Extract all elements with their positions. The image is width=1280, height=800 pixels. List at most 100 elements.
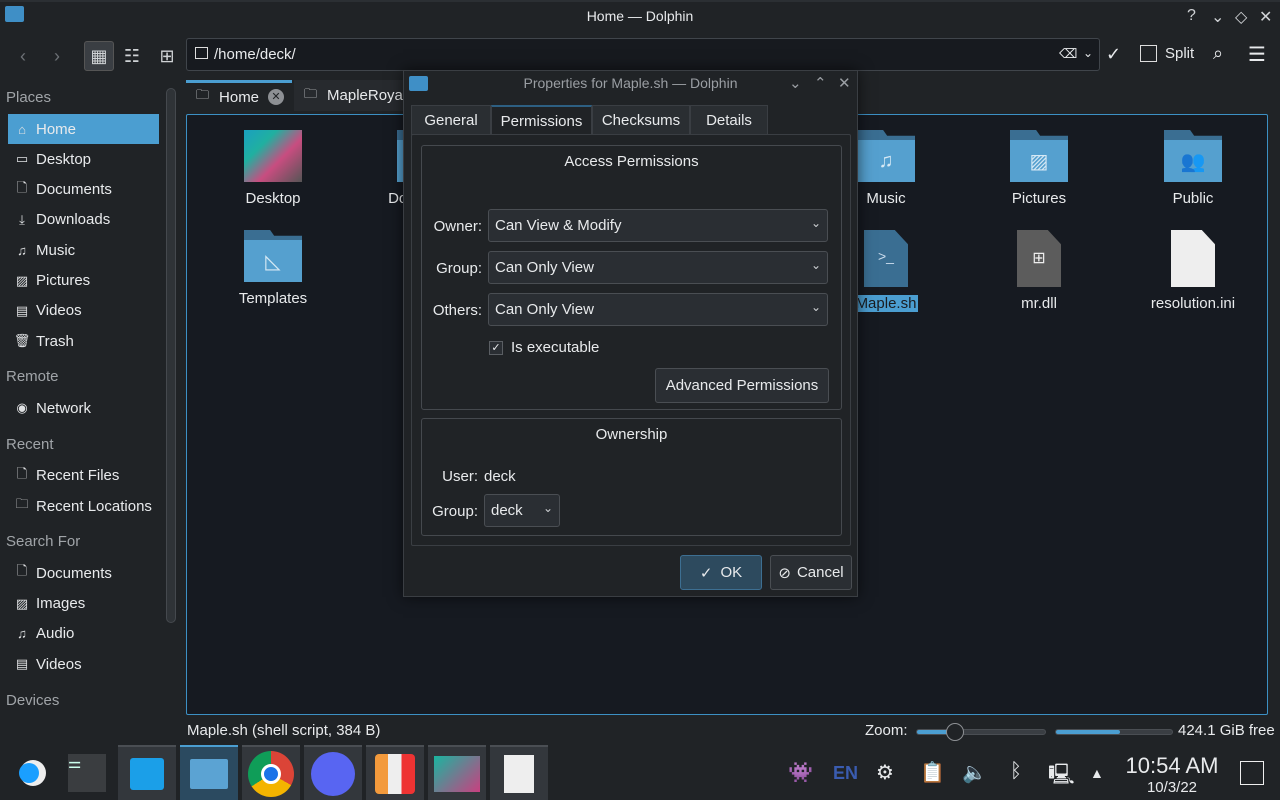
close-icon[interactable]: ✕ <box>1259 7 1272 27</box>
file-item[interactable]: 👥 Public <box>1123 130 1263 207</box>
split-label: Split <box>1165 45 1195 62</box>
sidebar-item-music[interactable]: ♫ Music <box>8 235 159 265</box>
compact-view-button[interactable]: ☷ <box>117 41 147 71</box>
sidebar-item-documents[interactable]: 🗋 Documents <box>8 175 159 205</box>
tab-details[interactable]: Details <box>690 105 768 135</box>
downloads-icon: ⤓ <box>19 211 25 227</box>
file-name: Public <box>1172 190 1214 207</box>
confirm-icon[interactable]: ✓ <box>1106 44 1121 65</box>
clock[interactable]: 10:54 AM 10/3/22 <box>1122 753 1222 796</box>
back-button[interactable]: ‹ <box>8 41 38 71</box>
bottles-app[interactable] <box>366 745 424 800</box>
dll-file-icon: ⊞ <box>1017 230 1061 287</box>
advanced-permissions-button[interactable]: Advanced Permissions <box>655 368 829 403</box>
check-icon: ✓ <box>699 564 713 582</box>
text-file-icon <box>504 754 534 793</box>
title-bar: Home — Dolphin ? ⌄ ◇ ✕ <box>0 0 1280 30</box>
owner-group-label: Group: <box>432 503 478 520</box>
sidebar-item-label: Documents <box>36 181 112 199</box>
forward-button[interactable]: › <box>42 41 72 71</box>
file-item[interactable]: ▨ Pictures <box>969 130 1109 207</box>
volume-icon[interactable]: 🔈 <box>962 760 987 785</box>
sidebar-item-videos[interactable]: ▤ Videos <box>8 649 159 679</box>
discord-app[interactable] <box>304 745 362 800</box>
owner-label: Owner: <box>433 218 482 235</box>
owner-group-select[interactable]: deck ⌄ <box>484 494 560 527</box>
sidebar-item-label: Audio <box>36 625 75 643</box>
help-icon[interactable]: ? <box>1187 7 1196 25</box>
discord-tray-icon[interactable]: 👾 <box>788 760 813 785</box>
executable-checkbox[interactable]: ✓ Is executable <box>489 339 599 356</box>
file-name: Maple.sh <box>853 295 919 312</box>
folder-icon: ♫ <box>857 130 915 182</box>
menu-icon[interactable]: ☰ <box>1248 42 1266 67</box>
sidebar-item-recent-files[interactable]: 🗋 Recent Files <box>8 461 159 491</box>
clear-icon[interactable]: ⌫ <box>1059 46 1077 62</box>
dolphin-app[interactable] <box>180 745 238 800</box>
split-button[interactable]: Split <box>1140 45 1194 62</box>
zoom-slider[interactable] <box>916 723 1046 741</box>
zoom-slider-handle[interactable] <box>946 723 965 741</box>
taskbar: ⚌ 👾 EN ⚙ 📋 🔈 ᛒ 🖳 ▲ 10:54 AM 10/3/22 <box>0 745 1280 800</box>
show-hidden-tray-icon[interactable]: ▲ <box>1090 765 1104 781</box>
file-item[interactable]: Desktop <box>203 130 343 207</box>
steam-menu-button[interactable] <box>0 745 58 800</box>
sidebar-item-pictures[interactable]: ▨ Pictures <box>8 266 159 296</box>
owner-permission-select[interactable]: Can View & Modify ⌄ <box>488 209 828 242</box>
window-title: Home — Dolphin <box>586 8 694 24</box>
cancel-button[interactable]: ⊘ Cancel <box>770 555 852 590</box>
details-view-button[interactable]: ⊞ <box>152 41 182 71</box>
bluetooth-icon[interactable]: ᛒ <box>1010 760 1022 783</box>
show-desktop-icon[interactable] <box>1240 761 1264 785</box>
keyboard-layout[interactable]: EN <box>833 763 858 784</box>
sidebar-item-trash[interactable]: 🗑 Trash <box>8 326 159 356</box>
icons-view-button[interactable]: ▦ <box>84 41 114 71</box>
sidebar-item-videos[interactable]: ▤ Videos <box>8 296 159 326</box>
maximize-icon[interactable]: ⌃ <box>814 74 827 92</box>
chrome-app[interactable] <box>242 745 300 800</box>
others-label: Others: <box>432 302 482 319</box>
sidebar-item-recent-locations[interactable]: 🗀 Recent Locations <box>8 491 159 521</box>
sidebar-scrollbar[interactable] <box>166 88 176 623</box>
sidebar-item-desktop[interactable]: ▭ Desktop <box>8 144 159 174</box>
ok-button[interactable]: ✓ OK <box>680 555 762 590</box>
sidebar-item-downloads[interactable]: ⤓ Downloads <box>8 205 159 235</box>
location-bar[interactable]: /home/deck/ ⌫ ⌄ <box>186 38 1100 71</box>
sidebar-item-home[interactable]: ⌂ Home <box>8 114 159 144</box>
steam-tray-icon[interactable]: ⚙ <box>876 760 894 785</box>
tab-checksums[interactable]: Checksums <box>592 105 690 135</box>
checkbox-checked-icon: ✓ <box>489 340 503 355</box>
search-icon[interactable]: ⌕ <box>1213 43 1223 64</box>
network-icon[interactable]: 🖳 <box>1048 760 1075 794</box>
text-editor-app[interactable] <box>490 745 548 800</box>
file-item[interactable]: ◺ Templates <box>203 230 343 307</box>
discover-app[interactable] <box>118 745 176 800</box>
videos-icon: ▤ <box>15 656 29 672</box>
tab-permissions[interactable]: Permissions <box>491 105 592 135</box>
others-permission-select[interactable]: Can Only View ⌄ <box>488 293 828 326</box>
close-icon[interactable]: ✕ <box>838 74 851 92</box>
tab-home[interactable]: 🗀 Home ✕ <box>186 80 292 111</box>
sidebar-item-images[interactable]: ▨ Images <box>8 589 159 619</box>
history-dropdown-icon[interactable]: ⌄ <box>1083 46 1093 60</box>
file-item[interactable]: resolution.ini <box>1123 230 1263 312</box>
screenshot-app[interactable] <box>428 745 486 800</box>
clipboard-icon[interactable]: 📋 <box>920 760 945 785</box>
maximize-icon[interactable]: ◇ <box>1235 7 1247 27</box>
sidebar-item-label: Videos <box>36 655 82 673</box>
settings-app[interactable]: ⚌ <box>58 745 116 800</box>
sidebar-item-label: Downloads <box>36 211 111 229</box>
group-permission-select[interactable]: Can Only View ⌄ <box>488 251 828 284</box>
tab-general[interactable]: General <box>411 105 491 135</box>
sliders-icon: ⚌ <box>68 753 106 792</box>
minimize-icon[interactable]: ⌄ <box>1211 7 1224 27</box>
sidebar-item-label: Trash <box>36 332 74 350</box>
file-name: Pictures <box>1011 190 1067 207</box>
close-tab-icon[interactable]: ✕ <box>268 89 284 105</box>
file-item[interactable]: ⊞ mr.dll <box>969 230 1109 312</box>
sidebar-item-network[interactable]: ◉ Network <box>8 393 159 423</box>
sidebar-item-audio[interactable]: ♫ Audio <box>8 619 159 649</box>
music-icon: ♫ <box>17 242 27 258</box>
sidebar-item-documents[interactable]: 🗋 Documents <box>8 558 159 588</box>
minimize-icon[interactable]: ⌄ <box>789 74 802 92</box>
